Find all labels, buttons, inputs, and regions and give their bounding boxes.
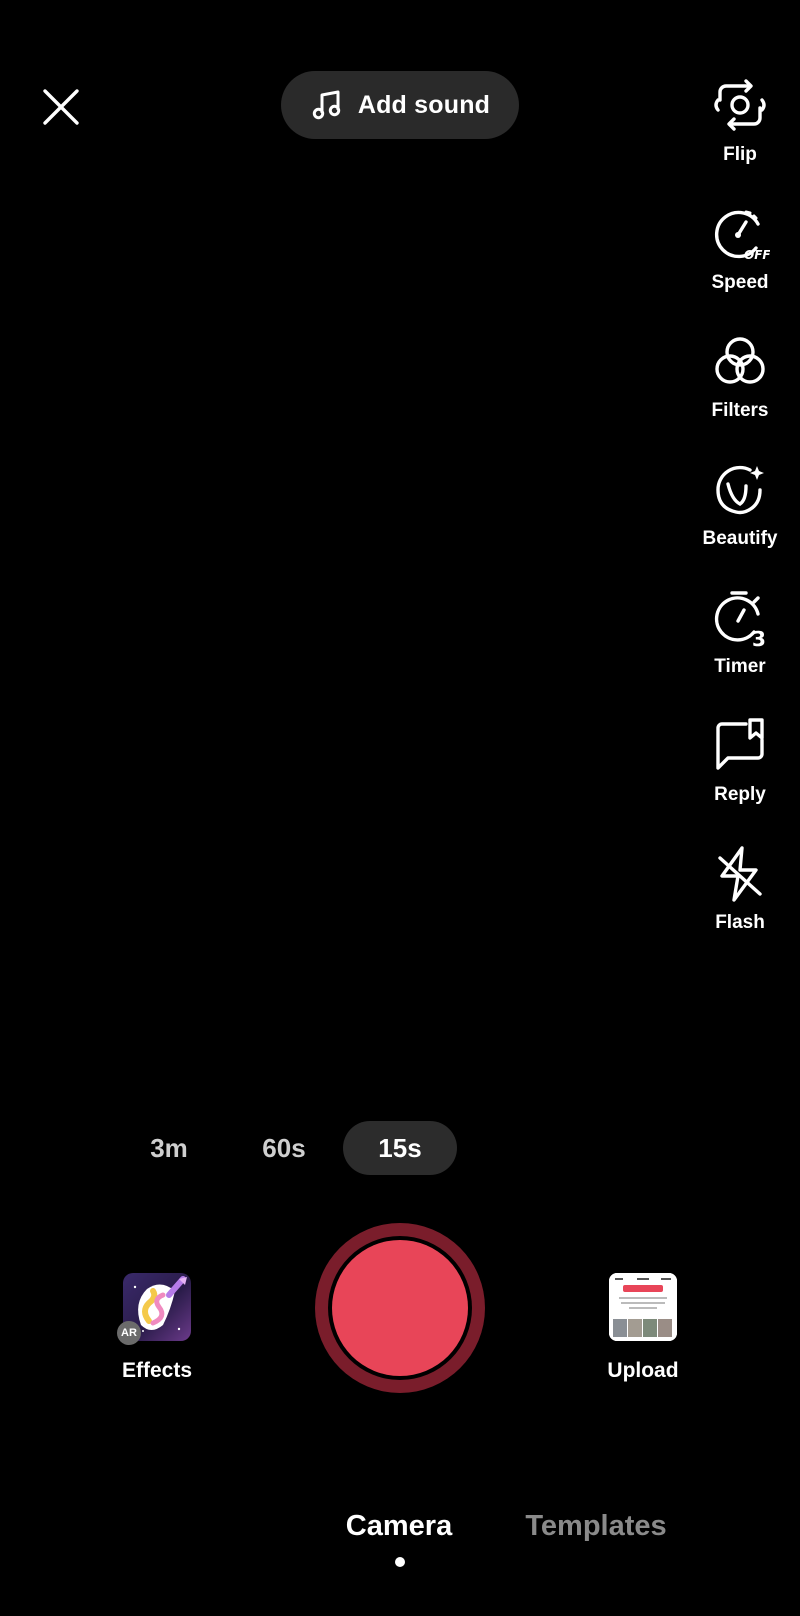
music-note-icon <box>312 90 341 120</box>
timer-label: Timer <box>714 656 766 677</box>
effects-button[interactable]: AR Effects <box>110 1273 204 1393</box>
timer-button[interactable]: 3 Timer <box>690 588 790 700</box>
flash-label: Flash <box>715 912 765 933</box>
duration-3m[interactable]: 3m <box>131 1121 207 1175</box>
filters-icon <box>715 337 765 384</box>
close-button[interactable] <box>36 82 86 132</box>
reply-button[interactable]: Reply <box>690 716 790 828</box>
beautify-icon <box>716 465 764 515</box>
ar-badge: AR <box>117 1321 141 1345</box>
duration-60s[interactable]: 60s <box>242 1121 326 1175</box>
svg-text:OFF: OFF <box>744 248 770 262</box>
svg-text:3: 3 <box>752 627 766 648</box>
record-button[interactable] <box>315 1223 485 1393</box>
flip-button[interactable]: Flip <box>690 76 790 188</box>
speed-button[interactable]: OFF Speed <box>690 204 790 316</box>
tab-templates[interactable]: Templates <box>512 1504 680 1548</box>
timer-icon: 3 <box>714 591 766 648</box>
reply-label: Reply <box>714 784 766 805</box>
speed-icon: OFF <box>714 210 770 262</box>
flash-button[interactable]: Flash <box>690 844 790 956</box>
add-sound-button[interactable]: Add sound <box>281 71 519 139</box>
reply-icon <box>716 718 764 770</box>
close-icon <box>43 89 79 125</box>
beautify-button[interactable]: Beautify <box>690 460 790 572</box>
speed-label: Speed <box>711 272 769 293</box>
beautify-label: Beautify <box>702 528 778 549</box>
upload-thumbnail <box>609 1273 677 1341</box>
flash-off-icon <box>718 846 762 902</box>
effects-label: Effects <box>121 1359 193 1382</box>
effects-thumbnail: AR <box>117 1273 191 1345</box>
flip-camera-icon <box>714 79 766 131</box>
flip-label: Flip <box>723 144 757 165</box>
filters-button[interactable]: Filters <box>690 332 790 444</box>
gallery-preview-icon <box>609 1273 677 1341</box>
record-button-inner <box>332 1240 468 1376</box>
upload-button[interactable]: Upload <box>590 1273 696 1393</box>
active-tab-indicator <box>395 1557 405 1567</box>
upload-label: Upload <box>607 1359 679 1382</box>
duration-15s[interactable]: 15s <box>343 1121 457 1175</box>
tab-camera[interactable]: Camera <box>330 1504 468 1548</box>
add-sound-label: Add sound <box>357 90 491 119</box>
filters-label: Filters <box>711 400 769 421</box>
